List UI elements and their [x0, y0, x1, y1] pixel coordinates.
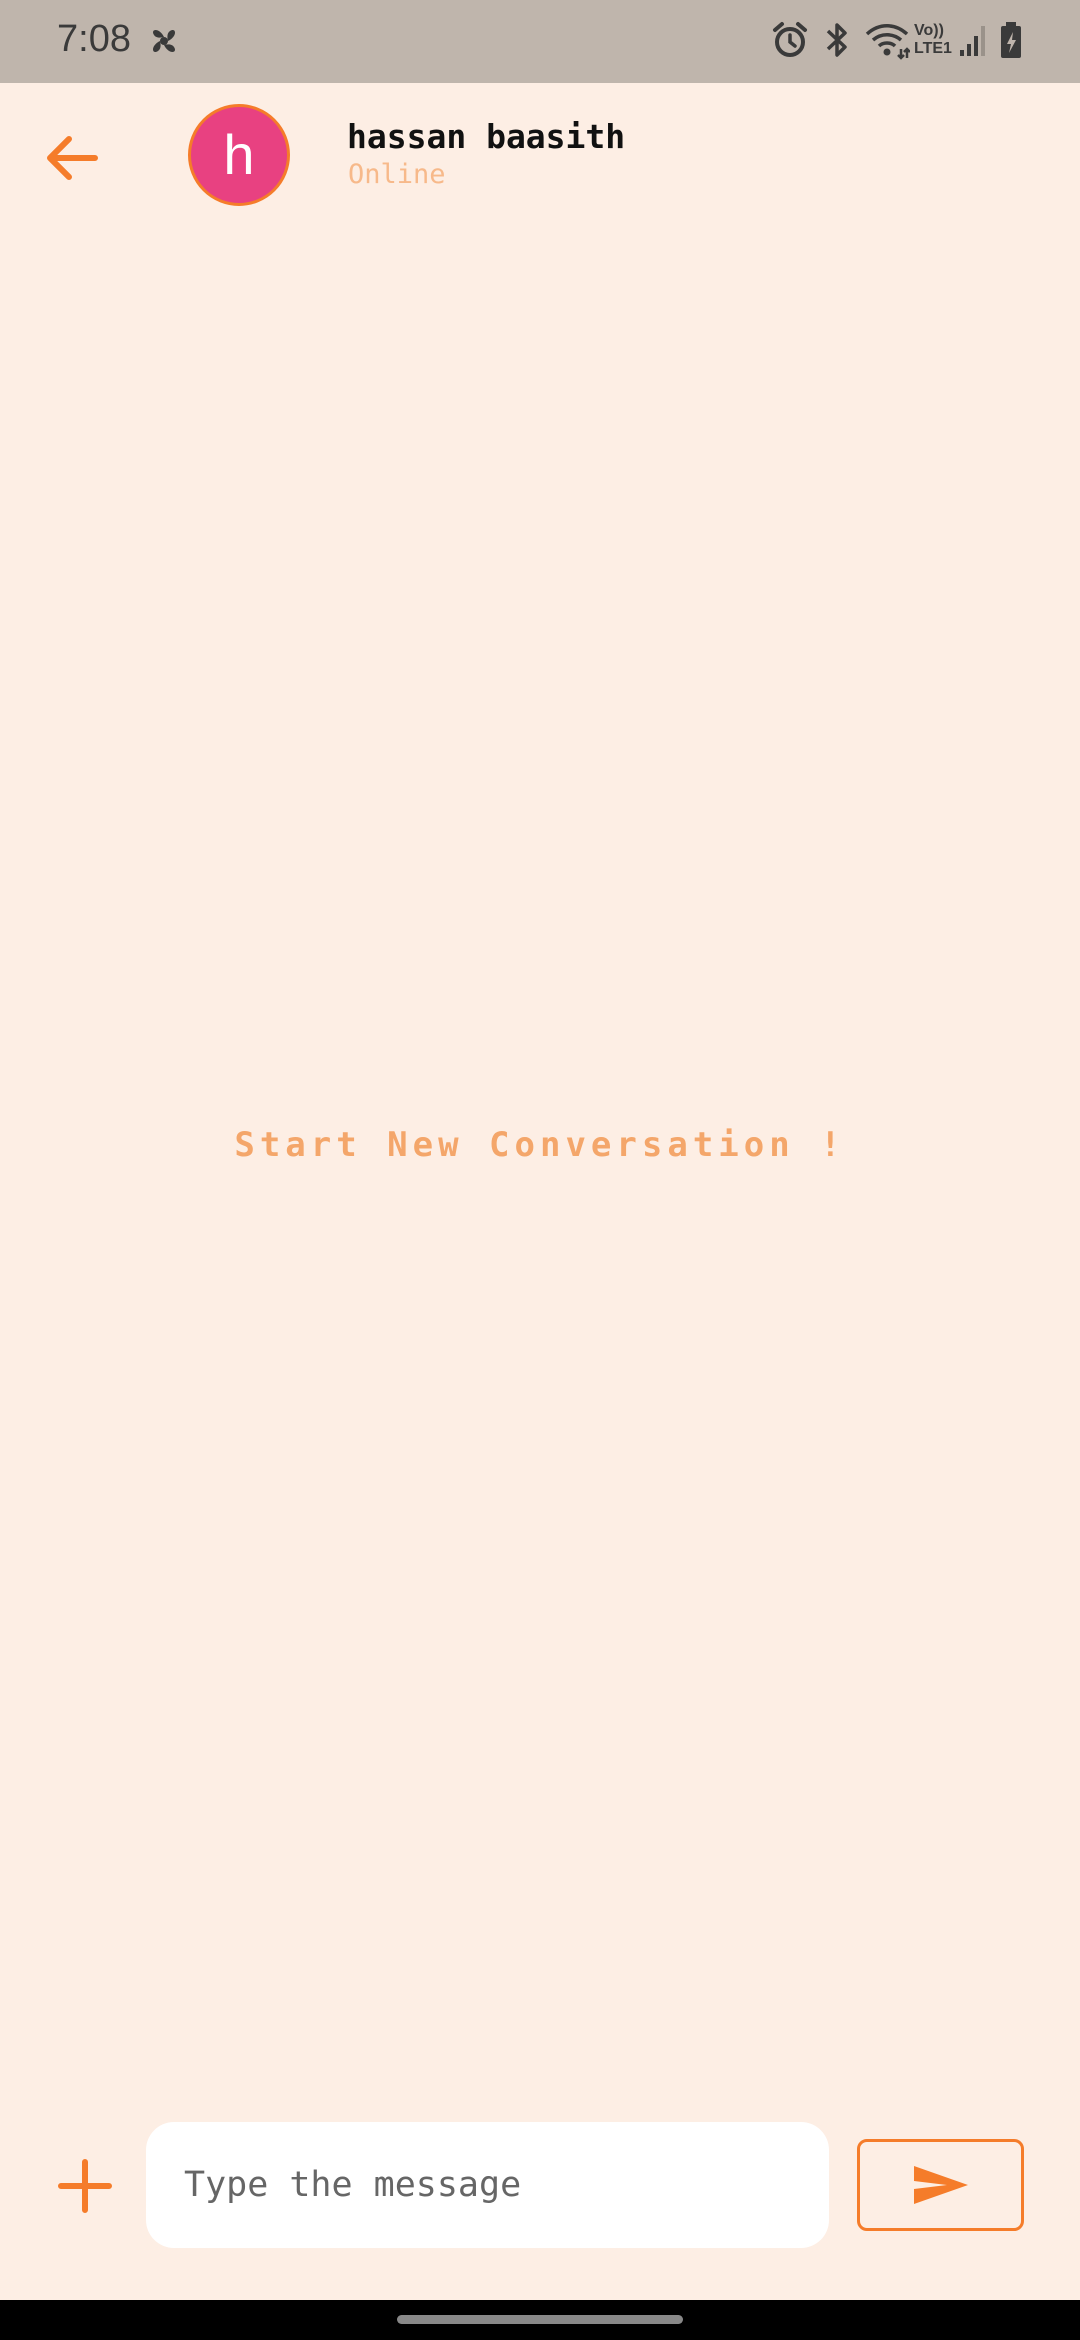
- status-bar: 7:08 Vo)) LTE1: [0, 0, 1080, 83]
- signal-icon: [958, 20, 988, 62]
- message-input[interactable]: [146, 2122, 829, 2248]
- send-icon: [913, 2166, 968, 2204]
- home-gesture-handle[interactable]: [397, 2315, 683, 2324]
- avatar[interactable]: h: [188, 104, 290, 206]
- contact-status: Online: [348, 159, 446, 190]
- empty-conversation-message: Start New Conversation !: [234, 1125, 846, 1165]
- contact-name[interactable]: hassan baasith: [347, 117, 625, 156]
- battery-icon: [998, 20, 1024, 62]
- message-composer: [0, 2118, 1080, 2253]
- status-time: 7:08: [57, 18, 131, 60]
- wifi-icon: [864, 20, 911, 62]
- bluetooth-icon: [823, 20, 851, 62]
- volte-lte-label: Vo)) LTE1: [914, 22, 956, 64]
- lte-label: LTE1: [914, 40, 952, 57]
- back-button[interactable]: [36, 123, 106, 193]
- system-navigation-bar: [0, 2300, 1080, 2340]
- pinwheel-icon: [146, 23, 182, 65]
- alarm-icon: [772, 20, 808, 62]
- attach-button[interactable]: [52, 2153, 118, 2219]
- send-button[interactable]: [857, 2139, 1024, 2231]
- volte-label: Vo)): [914, 22, 944, 39]
- plus-icon: [58, 2159, 112, 2213]
- chat-header: h hassan baasith Online: [0, 83, 1080, 233]
- arrow-left-icon: [47, 136, 98, 180]
